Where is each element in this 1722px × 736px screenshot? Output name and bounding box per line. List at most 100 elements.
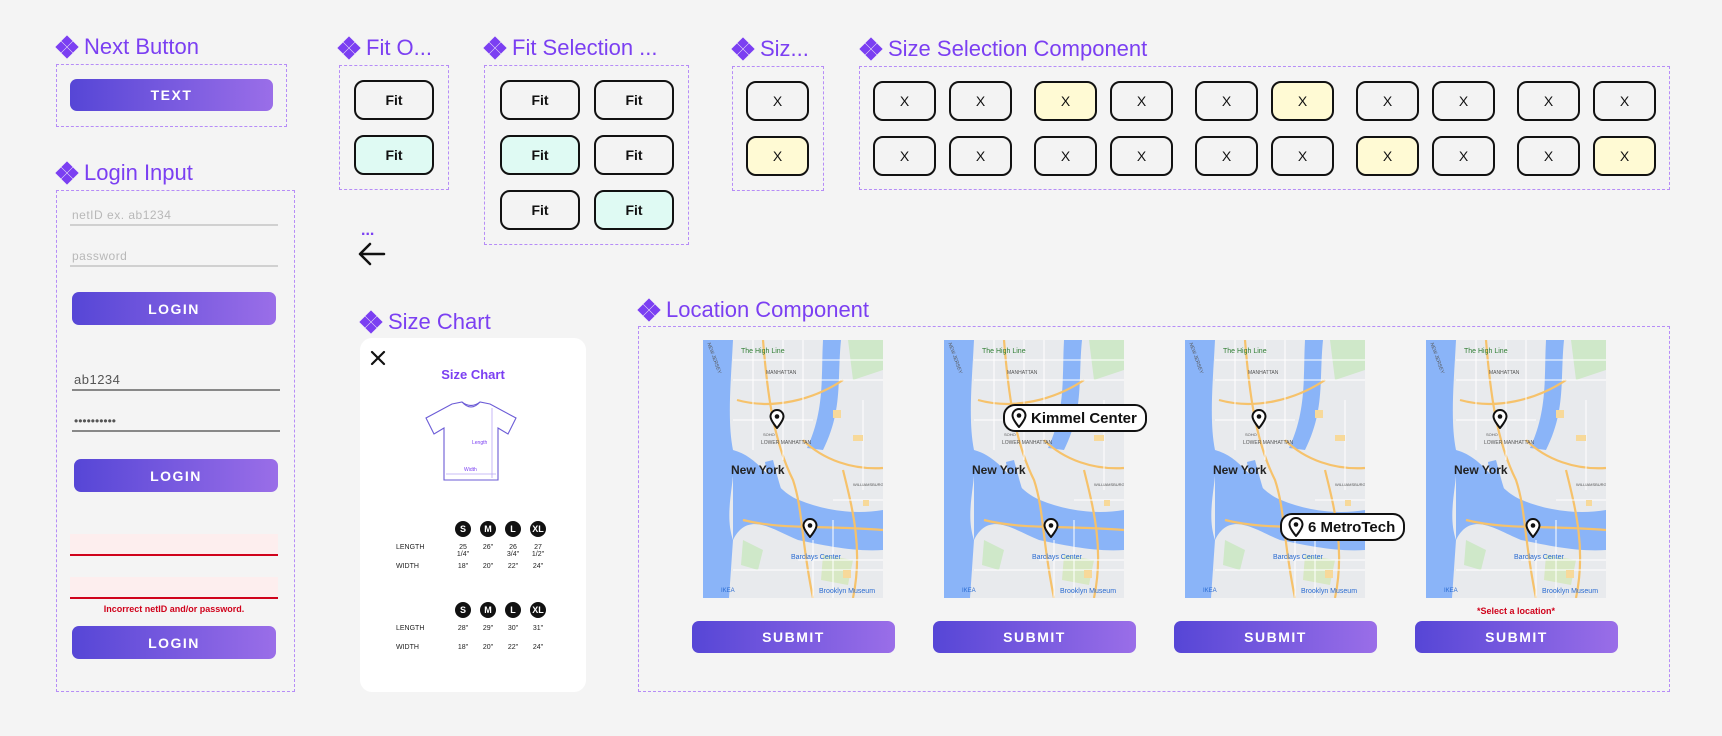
size-chip-selected[interactable]: X: [1356, 136, 1419, 176]
login-button[interactable]: LOGIN: [74, 459, 278, 492]
size-chart-title: Size Chart: [441, 367, 505, 382]
size-chip[interactable]: X: [1271, 136, 1334, 176]
login-input-section-title: Login Input: [55, 160, 193, 186]
fit-selection-section-title: Fit Selection ...: [483, 35, 658, 61]
size-chip-selected[interactable]: X: [1271, 81, 1334, 121]
size-badge: L: [505, 521, 521, 537]
size-chip[interactable]: X: [949, 136, 1012, 176]
fit-option-selected[interactable]: Fit: [354, 135, 434, 175]
size-chip[interactable]: X: [1432, 81, 1495, 121]
fit-selection-option-selected[interactable]: Fit: [594, 190, 674, 230]
size-cell: 20": [482, 644, 494, 651]
map-label-soho: SOHO: [1004, 432, 1016, 437]
location-pin-icon[interactable]: [1251, 409, 1267, 429]
map-label-brooklyn-museum: Brooklyn Museum: [1060, 588, 1117, 595]
map-label-high-line: The High Line: [1464, 348, 1508, 355]
size-badge: L: [505, 602, 521, 618]
component-icon: [337, 36, 361, 60]
location-map[interactable]: The High Line MANHATTAN NEW JERSEY SOHO LOWE…: [703, 340, 883, 598]
size-chip[interactable]: X: [1517, 136, 1580, 176]
login-button[interactable]: LOGIN: [72, 292, 276, 325]
size-chip-selected[interactable]: X: [1593, 136, 1656, 176]
size-option-section-title: Siz...: [731, 36, 809, 62]
component-icon: [483, 36, 507, 60]
map-label-ikea: IKEA: [721, 588, 735, 594]
map-label-williamsburg: WILLIAMSBURG: [1094, 482, 1124, 487]
location-map[interactable]: The High Line MANHATTAN NEW JERSEY SOHO LOWE…: [944, 340, 1124, 598]
size-cell: 22": [507, 563, 519, 570]
map-label-barclays: Barclays Center: [1273, 554, 1323, 561]
size-chip[interactable]: X: [873, 81, 936, 121]
fit-selection-option[interactable]: Fit: [594, 135, 674, 175]
size-chip[interactable]: X: [1517, 81, 1580, 121]
location-pin-icon[interactable]: [769, 409, 785, 429]
overflow-dots: ...: [361, 222, 375, 239]
size-chart-section-title: Size Chart: [359, 309, 491, 335]
size-cell: 30": [507, 625, 519, 632]
size-badge: M: [480, 521, 496, 537]
fit-selection-option[interactable]: Fit: [594, 80, 674, 120]
password-field-empty[interactable]: password: [70, 245, 278, 267]
location-pin-icon[interactable]: [1043, 518, 1059, 538]
map-label-manhattan: MANHATTAN: [766, 370, 797, 376]
next-button[interactable]: TEXT: [70, 79, 273, 111]
map-label-lower-manhattan: LOWER MANHATTAN: [1484, 440, 1535, 446]
location-pin-icon[interactable]: [1492, 409, 1508, 429]
size-chip[interactable]: X: [1034, 136, 1097, 176]
login-button[interactable]: LOGIN: [72, 626, 276, 659]
size-chip[interactable]: X: [1593, 81, 1656, 121]
component-icon: [731, 37, 755, 61]
next-button-section-title: Next Button: [55, 34, 199, 60]
size-chip[interactable]: X: [949, 81, 1012, 121]
map-label-williamsburg: WILLIAMSBURG: [1576, 482, 1606, 487]
size-chip[interactable]: X: [873, 136, 936, 176]
fit-selection-option-selected[interactable]: Fit: [500, 135, 580, 175]
size-badge: M: [480, 602, 496, 618]
size-chip[interactable]: X: [1110, 136, 1173, 176]
location-map[interactable]: The High Line MANHATTAN NEW JERSEY SOHO LOWE…: [1185, 340, 1365, 598]
size-badge: S: [455, 521, 471, 537]
selected-location-callout[interactable]: Kimmel Center: [1003, 404, 1147, 432]
fit-selection-option[interactable]: Fit: [500, 80, 580, 120]
map-label-lower-manhattan: LOWER MANHATTAN: [761, 440, 812, 446]
map-label-manhattan: MANHATTAN: [1489, 370, 1520, 376]
fit-option-default[interactable]: Fit: [354, 80, 434, 120]
component-icon: [859, 37, 883, 61]
size-cell: 22": [507, 644, 519, 651]
map-label-high-line: The High Line: [741, 348, 785, 355]
map-label-city: New York: [1454, 463, 1508, 477]
submit-button[interactable]: SUBMIT: [692, 621, 895, 653]
size-chart-card: Size Chart Length Width S M L XL LENGTH 25 1/…: [360, 338, 586, 692]
password-field-filled[interactable]: ••••••••••: [72, 410, 280, 432]
map-label-barclays: Barclays Center: [1032, 554, 1082, 561]
location-pin-icon[interactable]: [802, 518, 818, 538]
netid-field-error[interactable]: [70, 534, 278, 556]
submit-button[interactable]: SUBMIT: [933, 621, 1136, 653]
netid-field-empty[interactable]: netID ex. ab1234: [70, 204, 278, 226]
size-chip[interactable]: X: [1195, 136, 1258, 176]
map-label-lower-manhattan: LOWER MANHATTAN: [1002, 440, 1053, 446]
arrow-left-icon[interactable]: [356, 240, 386, 273]
size-chip[interactable]: X: [1110, 81, 1173, 121]
size-cell: 20": [482, 563, 494, 570]
netid-field-filled[interactable]: ab1234: [72, 369, 280, 391]
map-label-high-line: The High Line: [982, 348, 1026, 355]
component-icon: [55, 161, 79, 185]
map-label-brooklyn-museum: Brooklyn Museum: [1542, 588, 1599, 595]
password-field-error[interactable]: [70, 577, 278, 599]
size-chip[interactable]: X: [1195, 81, 1258, 121]
submit-button[interactable]: SUBMIT: [1174, 621, 1377, 653]
map-label-williamsburg: WILLIAMSBURG: [853, 482, 883, 487]
fit-selection-option[interactable]: Fit: [500, 190, 580, 230]
map-label-ikea: IKEA: [1444, 588, 1458, 594]
size-chip-selected[interactable]: X: [1034, 81, 1097, 121]
location-pin-icon[interactable]: [1525, 518, 1541, 538]
submit-button[interactable]: SUBMIT: [1415, 621, 1618, 653]
selected-location-callout[interactable]: 6 MetroTech: [1280, 513, 1406, 541]
map-label-manhattan: MANHATTAN: [1007, 370, 1038, 376]
size-chip[interactable]: X: [1356, 81, 1419, 121]
size-chip[interactable]: X: [1432, 136, 1495, 176]
size-option-selected[interactable]: X: [746, 136, 809, 176]
location-map[interactable]: The High Line MANHATTAN NEW JERSEY SOHO LOWE…: [1426, 340, 1606, 598]
size-option-default[interactable]: X: [746, 81, 809, 121]
